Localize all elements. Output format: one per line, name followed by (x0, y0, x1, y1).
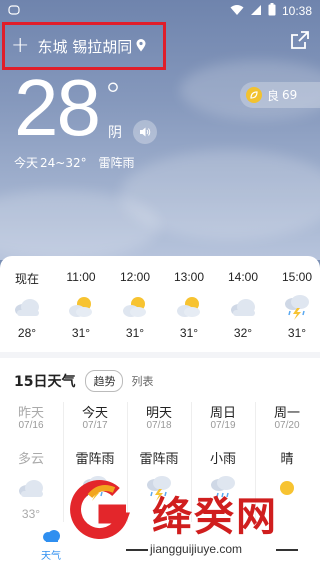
forecast-title: 15日天气 (14, 374, 76, 390)
hour-time: 11:00 (66, 270, 96, 284)
signal-icon (250, 4, 262, 19)
hour-temp: 31° (179, 326, 199, 340)
hourly-item: 13:00 31° (162, 270, 216, 340)
watermark: 绛癸网 jiangguijiuye.com (70, 478, 320, 570)
hour-temp: 31° (287, 326, 307, 340)
tab-trend[interactable]: 趋势 (85, 370, 124, 392)
hour-time: 12:00 (119, 270, 151, 284)
share-icon[interactable] (290, 30, 310, 54)
hour-time: 现在 (14, 272, 39, 286)
hourly-item: 12:00 31° (108, 270, 162, 340)
weather-tab-icon (43, 530, 60, 542)
leaf-icon (246, 87, 262, 103)
day-temp: 33° (21, 507, 41, 521)
today-condition: 雷阵雨 (98, 156, 135, 170)
day-condition: 小雨 (209, 452, 236, 467)
current-temperature: 28 (14, 63, 101, 152)
day-condition: 晴 (280, 452, 294, 467)
cloudy-icon (0, 290, 54, 324)
forecast-header: 15日天气 趋势 列表 (14, 370, 153, 392)
day-date: 07/16 (18, 420, 44, 431)
today-range: 24~32° (40, 156, 87, 170)
wifi-icon (230, 4, 244, 19)
day-condition: 多云 (17, 452, 44, 467)
battery-icon (268, 3, 276, 19)
watermark-url: jiangguijiuye.com (150, 542, 243, 556)
thunderstorm-icon (270, 290, 320, 324)
divider (0, 352, 320, 358)
hour-temp: 31° (125, 326, 145, 340)
day-item[interactable]: 昨天 07/16 多云 33° (0, 402, 62, 521)
weather-tab-label: 天气 (41, 551, 61, 562)
watermark-text: 绛癸网 (152, 493, 278, 540)
speaker-icon[interactable] (133, 120, 157, 144)
hourly-forecast[interactable]: 现在 28° 11:00 31° 12:00 31° 13:00 31° 14:00 32° 15:… (0, 270, 320, 350)
add-city-button[interactable]: + (11, 35, 29, 57)
hour-temp: 31° (71, 326, 91, 340)
hour-time: 14:00 (227, 270, 259, 284)
day-condition: 雷阵雨 (139, 452, 179, 467)
message-icon (8, 4, 20, 19)
day-date: 07/18 (146, 420, 172, 431)
partly-cloudy-icon (108, 290, 162, 324)
day-date: 07/20 (274, 420, 300, 431)
tab-list[interactable]: 列表 (131, 373, 153, 389)
today-label: 今天 (14, 156, 39, 170)
location-pin-icon (136, 37, 146, 56)
hour-time: 13:00 (173, 270, 205, 284)
partly-cloudy-icon (162, 290, 216, 324)
day-name: 今天 (81, 406, 108, 421)
day-date: 07/17 (82, 420, 108, 431)
hourly-item: 14:00 32° (216, 270, 270, 340)
hour-time: 15:00 (281, 270, 313, 284)
day-condition: 雷阵雨 (75, 452, 115, 467)
hourly-item: 11:00 31° (54, 270, 108, 340)
day-separator (63, 402, 64, 522)
day-name: 明天 (145, 406, 172, 421)
clock: 10:38 (281, 4, 312, 18)
hour-temp: 28° (17, 326, 37, 340)
degree-symbol: ° (104, 76, 122, 117)
cloudy-icon (0, 473, 62, 503)
aqi-badge[interactable]: 良 69 (240, 82, 320, 108)
cloudy-icon (216, 290, 270, 324)
day-name: 周日 (209, 406, 236, 421)
hour-temp: 32° (233, 326, 253, 340)
location-label[interactable]: 东城 锡拉胡同 (37, 36, 132, 57)
current-condition: 阴 (108, 125, 122, 141)
watermark-logo-icon (70, 480, 130, 539)
day-name: 昨天 (17, 406, 44, 421)
aqi-label: 良 (267, 88, 280, 103)
hourly-item: 现在 28° (0, 270, 54, 340)
day-date: 07/19 (210, 420, 236, 431)
today-summary: 今天 24~32° 雷阵雨 (14, 154, 142, 171)
day-name: 周一 (273, 406, 300, 421)
partly-cloudy-icon (54, 290, 108, 324)
hourly-item: 15:00 31° (270, 270, 320, 340)
aqi-value: 69 (282, 88, 298, 102)
tab-weather[interactable]: 天气 (32, 528, 70, 562)
status-bar: 10:38 (0, 0, 320, 22)
